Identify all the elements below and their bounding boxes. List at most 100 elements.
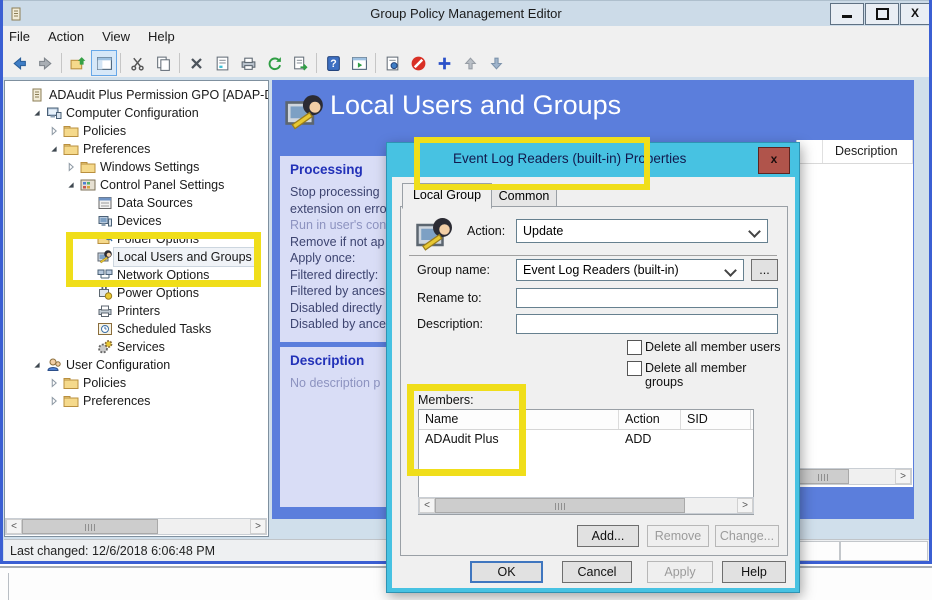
scroll-right-icon[interactable]: > bbox=[737, 498, 753, 513]
add-button[interactable] bbox=[431, 50, 457, 76]
show-console-tree-button[interactable] bbox=[91, 50, 117, 76]
scroll-right-icon[interactable]: > bbox=[250, 519, 266, 534]
expander-none bbox=[81, 214, 95, 228]
tree-item-policies[interactable]: Policies bbox=[5, 374, 268, 392]
maximize-button[interactable] bbox=[865, 3, 899, 25]
copy-button[interactable] bbox=[150, 50, 176, 76]
members-column-name[interactable]: Name bbox=[419, 410, 619, 429]
back-arrow-button[interactable] bbox=[6, 50, 32, 76]
list-column-cut[interactable] bbox=[797, 140, 823, 163]
devices-icon bbox=[97, 213, 113, 229]
new-window-icon bbox=[351, 55, 368, 72]
new-window-button[interactable] bbox=[346, 50, 372, 76]
add-button[interactable]: Add... bbox=[577, 525, 639, 547]
minimize-button[interactable] bbox=[830, 3, 864, 25]
list-horizontal-scrollbar[interactable]: > bbox=[796, 468, 912, 485]
scroll-thumb[interactable] bbox=[435, 498, 685, 513]
scroll-track bbox=[158, 519, 250, 534]
dialog-close-button[interactable]: x bbox=[758, 147, 790, 174]
action-select[interactable]: Update bbox=[516, 219, 768, 243]
tab-common[interactable]: Common bbox=[491, 186, 557, 208]
up-one-level-button[interactable] bbox=[65, 50, 91, 76]
control-panel-icon bbox=[80, 177, 96, 193]
help-icon: ? bbox=[325, 55, 342, 72]
items-list: Description bbox=[796, 140, 913, 487]
cut-button[interactable] bbox=[124, 50, 150, 76]
expander-expanded-icon[interactable] bbox=[64, 178, 78, 192]
close-button[interactable]: X bbox=[900, 3, 930, 25]
scroll-thumb[interactable] bbox=[22, 519, 158, 534]
scroll-right-icon[interactable]: > bbox=[895, 469, 911, 484]
tree-item-power-options[interactable]: Power Options bbox=[5, 284, 268, 302]
menu-view[interactable]: View bbox=[93, 26, 139, 47]
delete-button[interactable] bbox=[183, 50, 209, 76]
properties-button[interactable] bbox=[209, 50, 235, 76]
help-button[interactable]: Help bbox=[722, 561, 786, 583]
description-input[interactable] bbox=[516, 314, 778, 334]
properties-icon bbox=[214, 55, 231, 72]
tree-item-folder-options[interactable]: Folder Options bbox=[5, 230, 268, 248]
tree-item-user-configuration[interactable]: User Configuration bbox=[5, 356, 268, 374]
tree-item-services[interactable]: Services bbox=[5, 338, 268, 356]
tab-local-group[interactable]: Local Group bbox=[402, 183, 492, 209]
members-column-action[interactable]: Action bbox=[619, 410, 681, 429]
expander-collapsed-icon[interactable] bbox=[47, 394, 61, 408]
power-icon bbox=[97, 285, 113, 301]
tree-item-devices[interactable]: Devices bbox=[5, 212, 268, 230]
export-list-button[interactable] bbox=[287, 50, 313, 76]
expander-expanded-icon[interactable] bbox=[30, 106, 44, 120]
expander-collapsed-icon[interactable] bbox=[47, 124, 61, 138]
members-horizontal-scrollbar[interactable]: < > bbox=[418, 497, 754, 514]
group-name-select[interactable]: Event Log Readers (built-in) bbox=[516, 259, 744, 281]
expander-none bbox=[81, 268, 95, 282]
move-up-icon bbox=[462, 55, 479, 72]
expander-expanded-icon[interactable] bbox=[30, 358, 44, 372]
print-button[interactable] bbox=[235, 50, 261, 76]
expander-collapsed-icon[interactable] bbox=[47, 376, 61, 390]
tree-item-network-options[interactable]: Network Options bbox=[5, 266, 268, 284]
export-list-icon bbox=[292, 55, 309, 72]
menu-help[interactable]: Help bbox=[139, 26, 184, 47]
scroll-thumb[interactable] bbox=[797, 469, 849, 484]
help-button[interactable]: ? bbox=[320, 50, 346, 76]
tree-item-printers[interactable]: Printers bbox=[5, 302, 268, 320]
tree-item-adaudit-plus-permission-gpo-adap-dc3-ad[interactable]: ADAudit Plus Permission GPO [ADAP-DC3.AD bbox=[5, 86, 268, 104]
rename-to-input[interactable] bbox=[516, 288, 778, 308]
menu-action[interactable]: Action bbox=[39, 26, 93, 47]
tree-item-windows-settings[interactable]: Windows Settings bbox=[5, 158, 268, 176]
tree-item-preferences[interactable]: Preferences bbox=[5, 392, 268, 410]
tree-item-data-sources[interactable]: Data Sources bbox=[5, 194, 268, 212]
tree-item-label: Network Options bbox=[113, 266, 209, 284]
tree-item-policies[interactable]: Policies bbox=[5, 122, 268, 140]
forward-arrow-button[interactable] bbox=[32, 50, 58, 76]
expander-collapsed-icon[interactable] bbox=[64, 160, 78, 174]
local-group-tab-page: Action: Update Group name: Event Log Rea… bbox=[400, 206, 788, 556]
tree-item-computer-configuration[interactable]: Computer Configuration bbox=[5, 104, 268, 122]
cancel-button[interactable]: Cancel bbox=[562, 561, 632, 583]
minimize-icon bbox=[842, 15, 852, 18]
tree-item-preferences[interactable]: Preferences bbox=[5, 140, 268, 158]
delete-member-groups-checkbox[interactable] bbox=[627, 361, 642, 376]
members-row[interactable]: ADAudit PlusADD bbox=[419, 430, 753, 448]
scroll-left-icon[interactable]: < bbox=[419, 498, 435, 513]
members-column-sid[interactable]: SID bbox=[681, 410, 751, 429]
move-up-button[interactable] bbox=[457, 50, 483, 76]
tree-item-label: Printers bbox=[113, 302, 160, 320]
ok-button[interactable]: OK bbox=[470, 561, 543, 583]
exp-collapsed-icon bbox=[47, 376, 61, 390]
policy-doc-button[interactable] bbox=[379, 50, 405, 76]
move-down-button[interactable] bbox=[483, 50, 509, 76]
menu-file[interactable]: File bbox=[0, 26, 39, 47]
deny-button[interactable] bbox=[405, 50, 431, 76]
tree-item-scheduled-tasks[interactable]: Scheduled Tasks bbox=[5, 320, 268, 338]
delete-member-users-checkbox[interactable] bbox=[627, 340, 642, 355]
scroll-left-icon[interactable]: < bbox=[6, 519, 22, 534]
list-column-description[interactable]: Description bbox=[823, 140, 913, 163]
browse-button[interactable]: ... bbox=[751, 259, 778, 281]
refresh-button[interactable] bbox=[261, 50, 287, 76]
tree-item-control-panel-settings[interactable]: Control Panel Settings bbox=[5, 176, 268, 194]
tree-horizontal-scrollbar[interactable]: < > bbox=[5, 518, 267, 535]
tree-item-label: Computer Configuration bbox=[62, 104, 199, 122]
tree-item-local-users-and-groups[interactable]: Local Users and Groups bbox=[5, 248, 268, 266]
expander-expanded-icon[interactable] bbox=[47, 142, 61, 156]
